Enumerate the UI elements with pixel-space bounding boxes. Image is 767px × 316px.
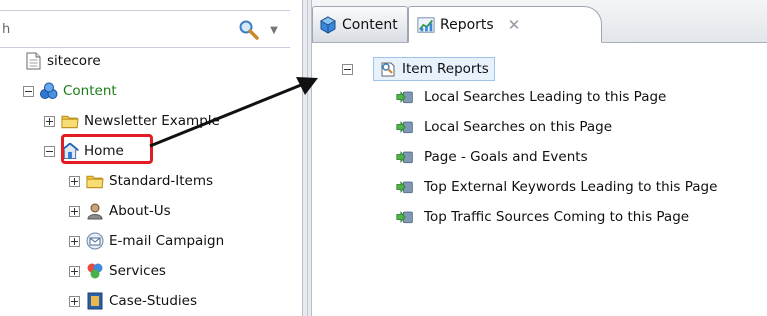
tree-item-case-studies[interactable]: Case-Studies (69, 290, 197, 312)
cube-icon (319, 15, 337, 34)
tree-item-label: Services (109, 263, 166, 279)
report-play-icon (396, 148, 414, 166)
tab-label: Content (342, 16, 398, 33)
tree-item-sitecore[interactable]: sitecore (24, 50, 101, 72)
expand-toggle[interactable] (69, 175, 80, 187)
splitter-grip (307, 0, 308, 316)
tree-item-item-reports[interactable] (342, 58, 359, 80)
tree-item-label: E-mail Campaign (109, 233, 225, 249)
expand-toggle[interactable] (69, 295, 80, 307)
document-icon (24, 52, 42, 70)
tree-item-label: Newsletter Example (84, 113, 220, 129)
case-studies-icon (86, 292, 104, 310)
tree-item-email-campaign[interactable]: E-mail Campaign (69, 230, 224, 252)
report-play-icon (396, 178, 414, 196)
report-item-label: Local Searches Leading to this Page (424, 89, 667, 105)
report-item[interactable]: Page - Goals and Events (396, 145, 588, 169)
report-play-icon (396, 118, 414, 136)
item-reports-node[interactable]: Item Reports (373, 57, 495, 81)
expand-toggle[interactable] (69, 265, 80, 277)
tab-reports[interactable]: Reports ✕ (408, 6, 602, 43)
search-input[interactable] (2, 19, 222, 39)
tab-label: Reports (440, 16, 494, 33)
tree-item-label: sitecore (47, 53, 101, 69)
report-item-label: Top External Keywords Leading to this Pa… (424, 179, 718, 195)
report-play-icon (396, 88, 414, 106)
collapse-toggle[interactable] (23, 85, 34, 97)
expand-toggle[interactable] (69, 205, 80, 217)
report-play-icon (396, 208, 414, 226)
tree-item-label: Content (63, 83, 117, 99)
report-item[interactable]: Local Searches on this Page (396, 115, 612, 139)
report-item[interactable]: Top Traffic Sources Coming to this Page (396, 205, 689, 229)
tab-strip: Content Reports ✕ (312, 0, 767, 43)
email-campaign-icon (86, 232, 104, 250)
report-item-label: Page - Goals and Events (424, 149, 588, 165)
tree-item-label: Case-Studies (109, 293, 197, 309)
report-item-label: Local Searches on this Page (424, 119, 613, 135)
report-item[interactable]: Top External Keywords Leading to this Pa… (396, 175, 717, 199)
folder-icon (86, 172, 104, 190)
search-box: ▼ (0, 10, 290, 48)
collapse-toggle[interactable] (342, 63, 353, 75)
chevron-down-icon[interactable]: ▼ (266, 19, 282, 41)
tree-item-services[interactable]: Services (69, 260, 166, 282)
editor-pane: Content Reports ✕ Item Reports Local Sea… (312, 0, 767, 316)
person-icon (86, 202, 104, 220)
expand-toggle[interactable] (44, 115, 55, 127)
reports-panel: Item Reports Local Searches Leading to t… (312, 43, 767, 316)
tree-item-label: About-Us (109, 203, 171, 219)
expand-toggle[interactable] (69, 235, 80, 247)
home-highlight-box (61, 134, 153, 164)
tree-item-newsletter[interactable]: Newsletter Example (44, 110, 220, 132)
item-reports-icon (379, 60, 397, 78)
report-item[interactable]: Local Searches Leading to this Page (396, 85, 666, 109)
tab-content[interactable]: Content (312, 6, 408, 42)
tree-item-label: Standard-Items (109, 173, 214, 189)
item-reports-label: Item Reports (402, 61, 489, 77)
pane-splitter[interactable] (302, 0, 312, 316)
tree-item-standard-items[interactable]: Standard-Items (69, 170, 213, 192)
services-icon (86, 262, 104, 280)
report-item-label: Top Traffic Sources Coming to this Page (424, 209, 690, 225)
close-icon[interactable]: ✕ (508, 16, 521, 34)
tree-item-content[interactable]: Content (23, 80, 117, 102)
collapse-toggle[interactable] (44, 145, 55, 157)
folder-icon (61, 112, 79, 130)
tree-item-about-us[interactable]: About-Us (69, 200, 171, 222)
search-icon[interactable] (238, 19, 260, 41)
content-tree-pane: ▼ sitecore Content (0, 0, 302, 316)
reports-chart-icon (417, 16, 435, 34)
content-icon (40, 82, 58, 100)
